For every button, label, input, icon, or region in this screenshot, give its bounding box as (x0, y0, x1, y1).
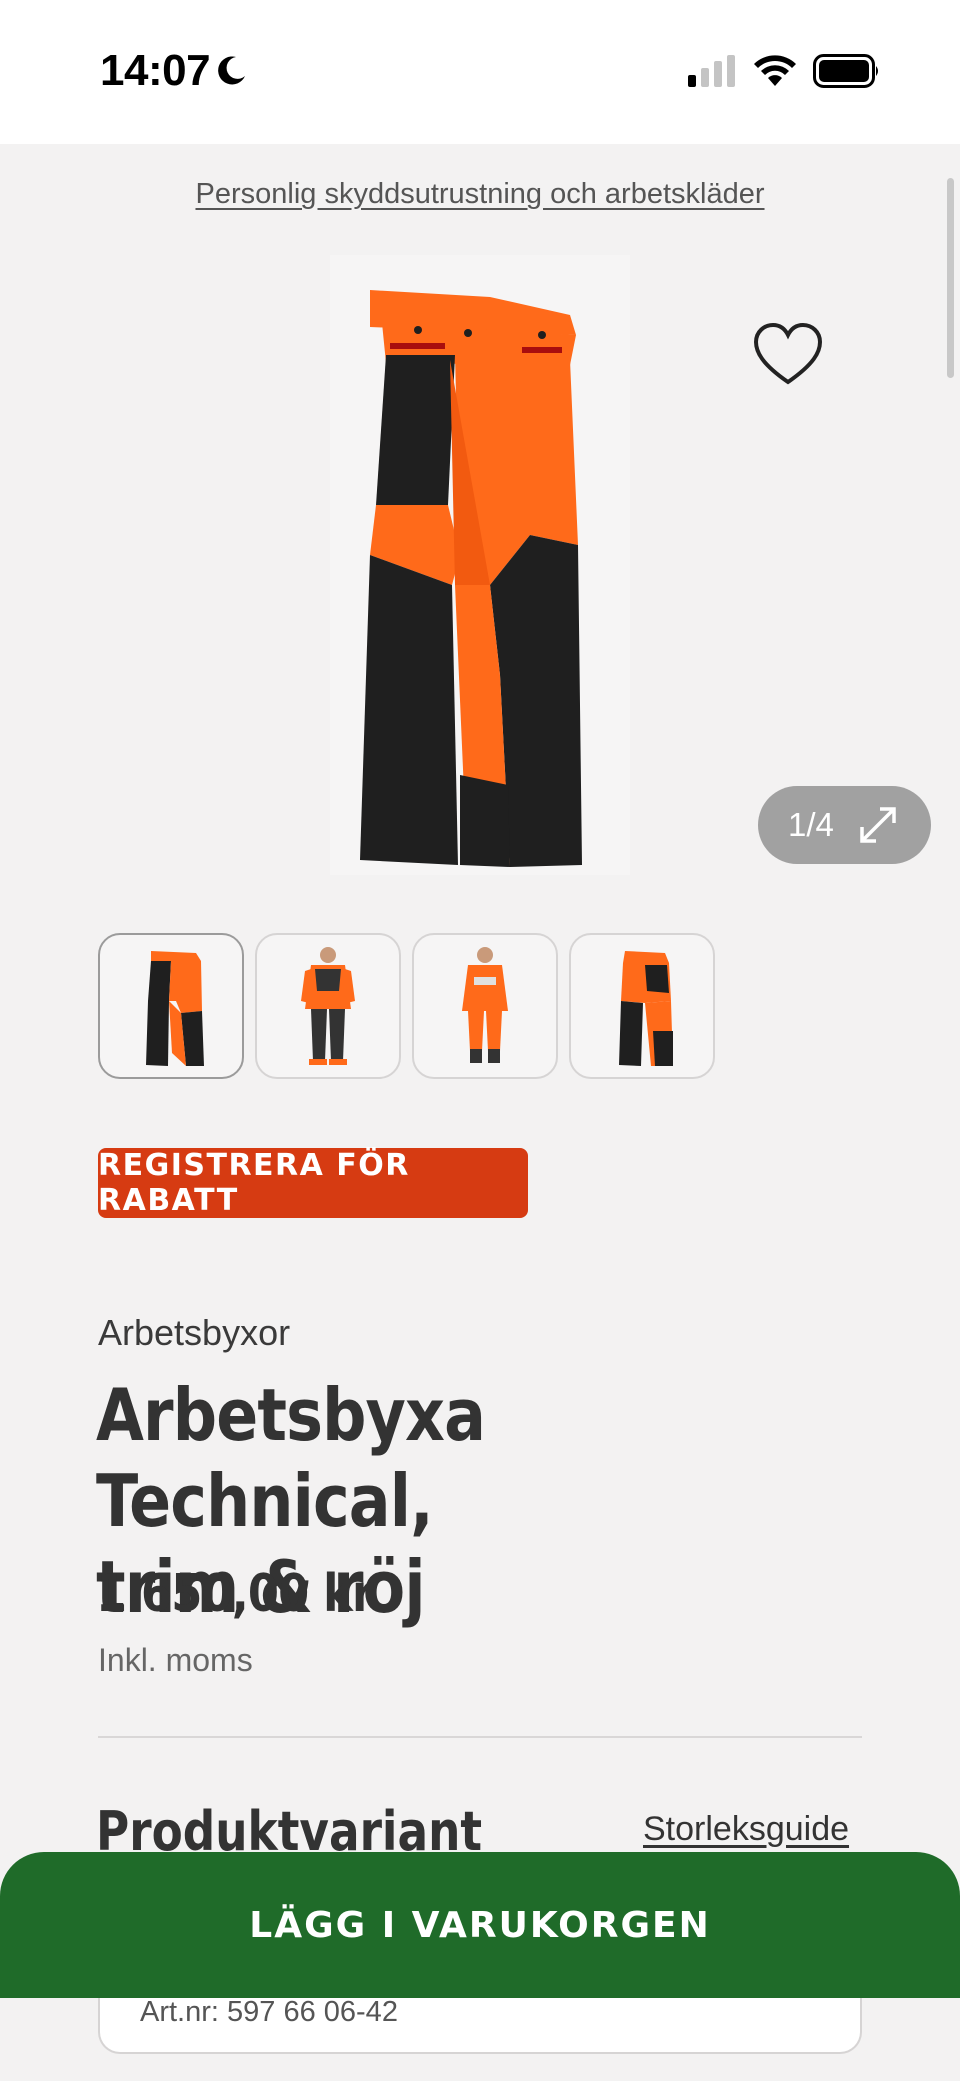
divider (98, 1736, 862, 1738)
thumbnail-1[interactable] (98, 933, 244, 1079)
size-guide-link[interactable]: Storleksguide (643, 1810, 849, 1849)
pants-illustration (360, 290, 582, 867)
expand-icon (860, 807, 896, 843)
thumbnail-person-front (301, 947, 355, 1065)
thumbnail-strip (98, 933, 715, 1079)
battery-icon (813, 54, 878, 88)
thumbnail-2[interactable] (255, 933, 401, 1079)
gallery-counter: 1/4 (788, 806, 834, 843)
register-discount-button[interactable]: REGISTRERA FÖR RABATT (98, 1148, 528, 1218)
product-price: 1 650,00 kr (96, 1564, 374, 1624)
thumbnail-4[interactable] (569, 933, 715, 1079)
gallery-counter-button[interactable]: 1/4 (758, 786, 931, 864)
thumbnail-pants-back (619, 951, 673, 1066)
wifi-icon (754, 55, 796, 86)
moon-icon (218, 56, 245, 85)
thumbnail-3[interactable] (412, 933, 558, 1079)
product-category: Arbetsbyxor (98, 1312, 291, 1353)
thumbnail-person-back (462, 947, 508, 1063)
product-main-image[interactable] (330, 255, 630, 875)
cellular-signal-icon (688, 55, 735, 87)
status-time: 14:07 (100, 46, 211, 95)
vat-note: Inkl. moms (98, 1642, 253, 1678)
favorite-heart-icon[interactable] (752, 320, 824, 388)
article-number: Art.nr: 597 66 06-42 (140, 1996, 398, 2028)
breadcrumb-link[interactable]: Personlig skyddsutrustning och arbetsklä… (0, 178, 960, 211)
status-bar: 14:07 (0, 0, 960, 144)
add-to-cart-button[interactable]: LÄGG I VARUKORGEN (0, 1852, 960, 1998)
thumbnail-pants-front (146, 951, 204, 1066)
